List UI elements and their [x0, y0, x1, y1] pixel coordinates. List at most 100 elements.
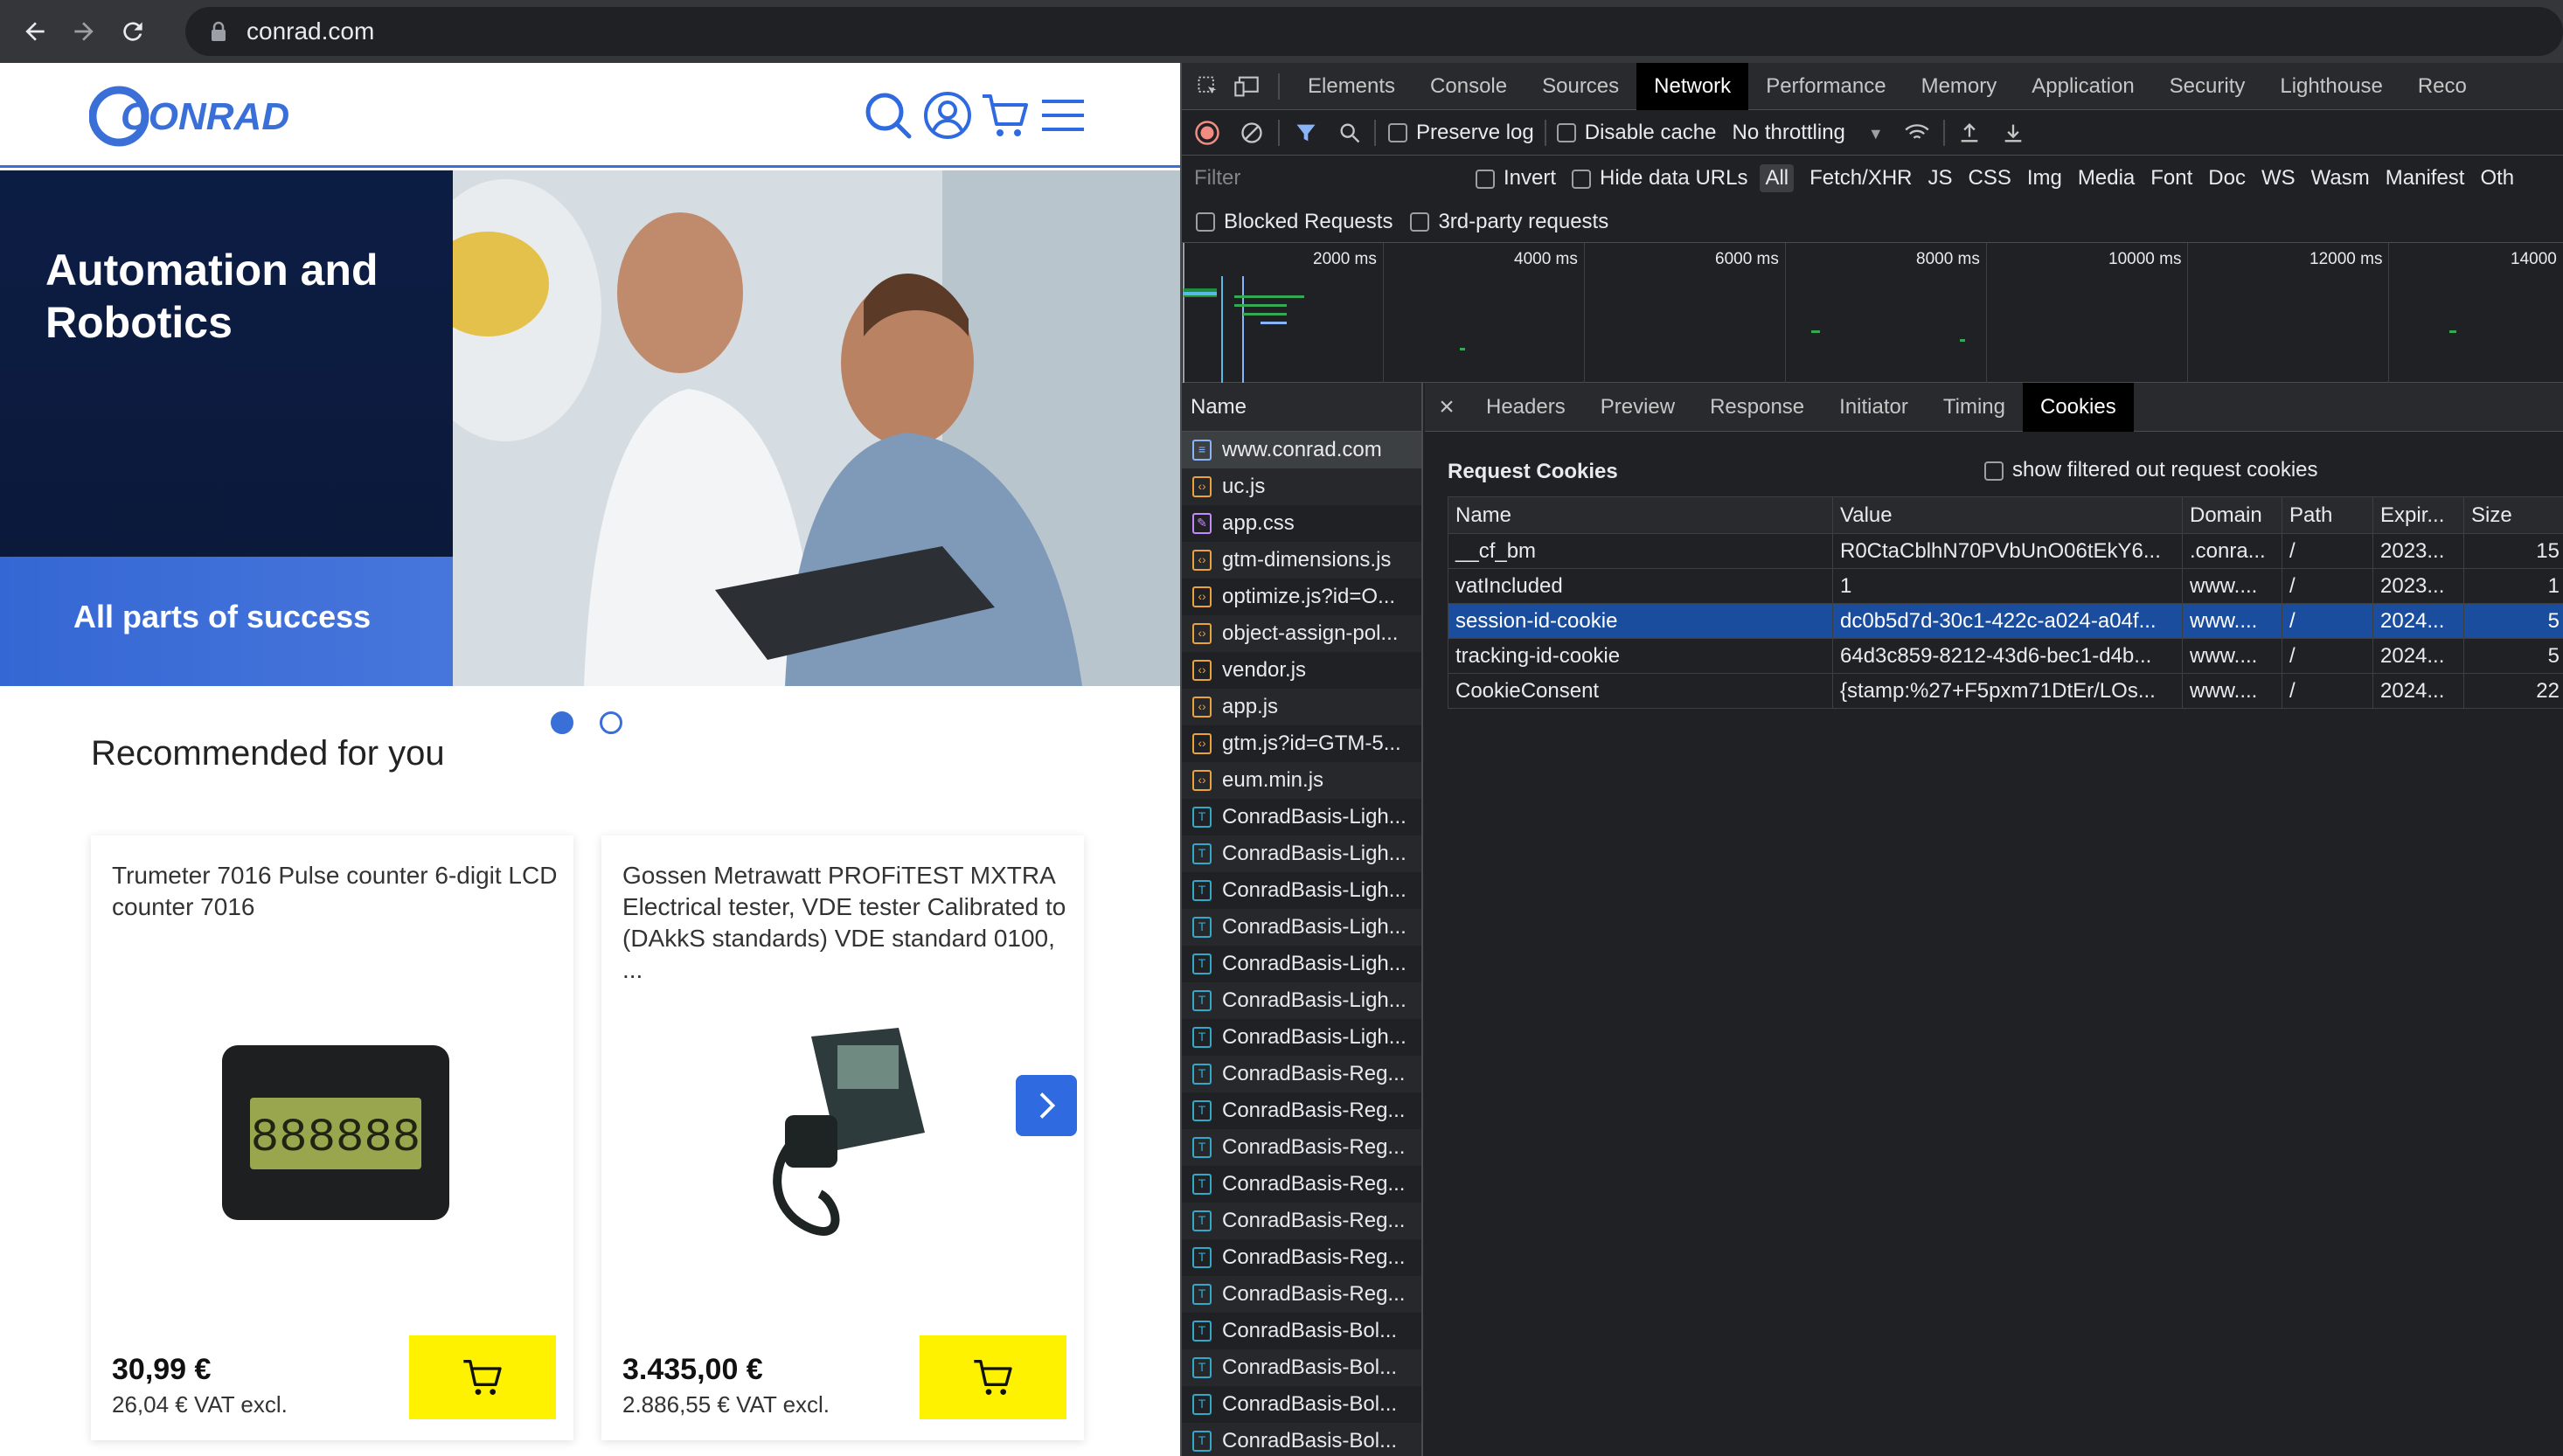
filter-type-css[interactable]: CSS — [1969, 166, 2011, 191]
request-row[interactable]: T ConradBasis-Ligh... — [1182, 835, 1421, 872]
column-header-value[interactable]: Value — [1832, 496, 2183, 534]
tab-console[interactable]: Console — [1413, 63, 1525, 110]
hide-data-urls-checkbox[interactable]: Hide data URLs — [1572, 166, 1747, 191]
tab-lighthouse[interactable]: Lighthouse — [2262, 63, 2400, 110]
cookie-row[interactable]: __cf_bm R0CtaCblhN70PVbUnO06tEkY6... .conr… — [1448, 533, 2563, 569]
request-row[interactable]: ‹› vendor.js — [1182, 652, 1421, 689]
tab-network[interactable]: Network — [1636, 62, 1749, 110]
request-row[interactable]: T ConradBasis-Reg... — [1182, 1203, 1421, 1239]
request-row[interactable]: T ConradBasis-Reg... — [1182, 1166, 1421, 1203]
tab-memory[interactable]: Memory — [1904, 63, 2015, 110]
url-bar[interactable]: conrad.com — [185, 7, 2563, 56]
filter-type-other[interactable]: Oth — [2480, 166, 2514, 191]
cart-icon[interactable] — [979, 89, 1031, 142]
request-row[interactable]: ‹› uc.js — [1182, 468, 1421, 505]
request-row[interactable]: T ConradBasis-Reg... — [1182, 1239, 1421, 1276]
tab-cookies[interactable]: Cookies — [2022, 382, 2134, 432]
cookie-row[interactable]: tracking-id-cookie 64d3c859-8212-43d6-bec… — [1448, 638, 2563, 674]
request-row[interactable]: T ConradBasis-Bol... — [1182, 1423, 1421, 1456]
request-row[interactable]: T ConradBasis-Ligh... — [1182, 1019, 1421, 1056]
request-row[interactable]: ‹› object-assign-pol... — [1182, 615, 1421, 652]
tab-security[interactable]: Security — [2152, 63, 2263, 110]
request-row[interactable]: ‹› gtm-dimensions.js — [1182, 542, 1421, 579]
request-row[interactable]: ‹› gtm.js?id=GTM-5... — [1182, 725, 1421, 762]
request-row[interactable]: ✎ app.css — [1182, 505, 1421, 542]
request-row[interactable]: T ConradBasis-Reg... — [1182, 1129, 1421, 1166]
tab-response[interactable]: Response — [1692, 383, 1822, 432]
tab-performance[interactable]: Performance — [1748, 63, 1903, 110]
product-image[interactable] — [706, 1010, 986, 1255]
request-row[interactable]: T ConradBasis-Ligh... — [1182, 872, 1421, 909]
inspect-element-icon[interactable] — [1191, 63, 1226, 110]
filter-type-img[interactable]: Img — [2027, 166, 2062, 191]
request-row[interactable]: T ConradBasis-Ligh... — [1182, 982, 1421, 1019]
request-row[interactable]: ≡ www.conrad.com — [1182, 432, 1421, 468]
cookie-row[interactable]: CookieConsent {stamp:%27+F5pxm71DtEr/LOs.… — [1448, 673, 2563, 709]
record-icon[interactable] — [1194, 120, 1220, 146]
column-header-domain[interactable]: Domain — [2182, 496, 2282, 534]
tab-initiator[interactable]: Initiator — [1822, 383, 1926, 432]
back-icon[interactable] — [10, 7, 59, 56]
column-header-path[interactable]: Path — [2282, 496, 2373, 534]
tab-timing[interactable]: Timing — [1926, 383, 2023, 432]
disable-cache-checkbox[interactable]: Disable cache — [1556, 121, 1716, 145]
reload-icon[interactable] — [108, 7, 157, 56]
carousel-next-button[interactable] — [1016, 1075, 1077, 1136]
product-name[interactable]: Trumeter 7016 Pulse counter 6-digit LCD … — [112, 860, 558, 923]
network-conditions-icon[interactable] — [1903, 121, 1931, 145]
product-card[interactable]: Trumeter 7016 Pulse counter 6-digit LCD … — [91, 835, 573, 1440]
request-row[interactable]: ‹› app.js — [1182, 689, 1421, 725]
request-row[interactable]: ‹› eum.min.js — [1182, 762, 1421, 799]
filter-type-wasm[interactable]: Wasm — [2311, 166, 2370, 191]
filter-type-font[interactable]: Font — [2150, 166, 2192, 191]
filter-input[interactable]: Filter — [1187, 161, 1467, 196]
search-icon[interactable] — [1337, 121, 1362, 145]
request-row[interactable]: T ConradBasis-Ligh... — [1182, 909, 1421, 946]
filter-type-js[interactable]: JS — [1928, 166, 1953, 191]
add-to-cart-button[interactable] — [409, 1335, 556, 1419]
close-icon[interactable]: × — [1425, 392, 1469, 422]
filter-type-all[interactable]: All — [1760, 164, 1795, 192]
tab-sources[interactable]: Sources — [1525, 63, 1636, 110]
conrad-logo[interactable]: CONRAD — [89, 86, 308, 147]
clear-icon[interactable] — [1240, 121, 1264, 145]
third-party-requests-checkbox[interactable]: 3rd-party requests — [1410, 210, 1608, 234]
import-har-icon[interactable] — [1957, 121, 1982, 145]
add-to-cart-button[interactable] — [920, 1335, 1066, 1419]
carousel-dot-2[interactable] — [600, 711, 622, 734]
invert-checkbox[interactable]: Invert — [1476, 166, 1556, 191]
filter-type-ws[interactable]: WS — [2261, 166, 2296, 191]
menu-icon[interactable] — [1037, 89, 1089, 142]
device-toolbar-icon[interactable] — [1226, 63, 1268, 110]
filter-type-doc[interactable]: Doc — [2208, 166, 2246, 191]
cookie-row[interactable]: vatIncluded 1 www..../2023... 1 — [1448, 568, 2563, 604]
request-row[interactable]: T ConradBasis-Reg... — [1182, 1056, 1421, 1092]
column-header-name[interactable]: Name — [1448, 496, 1833, 534]
request-row[interactable]: T ConradBasis-Ligh... — [1182, 799, 1421, 835]
request-row[interactable]: T ConradBasis-Reg... — [1182, 1276, 1421, 1313]
request-row[interactable]: T ConradBasis-Ligh... — [1182, 946, 1421, 982]
tab-application[interactable]: Application — [2014, 63, 2151, 110]
blocked-requests-checkbox[interactable]: Blocked Requests — [1196, 210, 1393, 234]
hero-banner[interactable]: Automation and Robotics All parts of suc… — [0, 170, 1180, 686]
tab-elements[interactable]: Elements — [1290, 63, 1413, 110]
cookie-row[interactable]: session-id-cookie dc0b5d7d-30c1-422c-a024… — [1448, 603, 2563, 639]
tab-headers[interactable]: Headers — [1469, 383, 1583, 432]
preserve-log-checkbox[interactable]: Preserve log — [1388, 121, 1534, 145]
request-row[interactable]: T ConradBasis-Bol... — [1182, 1386, 1421, 1423]
carousel-dot-1[interactable] — [551, 711, 573, 734]
column-header-expires[interactable]: Expir... — [2372, 496, 2464, 534]
product-card[interactable]: Gossen Metrawatt PROFiTEST MXTRA Electri… — [601, 835, 1084, 1440]
forward-icon[interactable] — [59, 7, 108, 56]
tab-recorder[interactable]: Reco — [2400, 63, 2484, 110]
filter-type-manifest[interactable]: Manifest — [2386, 166, 2465, 191]
network-overview-timeline[interactable]: 2000 ms 4000 ms 6000 ms 8000 ms 10000 ms… — [1182, 243, 2563, 383]
search-icon[interactable] — [862, 89, 914, 142]
filter-icon[interactable] — [1294, 121, 1318, 145]
show-filtered-cookies-checkbox[interactable]: show filtered out request cookies — [1984, 458, 2318, 482]
request-row[interactable]: ‹› optimize.js?id=O... — [1182, 579, 1421, 615]
account-icon[interactable] — [921, 89, 974, 142]
request-row[interactable]: T ConradBasis-Bol... — [1182, 1349, 1421, 1386]
export-har-icon[interactable] — [2001, 121, 2025, 145]
column-header-size[interactable]: Size — [2463, 496, 2563, 534]
